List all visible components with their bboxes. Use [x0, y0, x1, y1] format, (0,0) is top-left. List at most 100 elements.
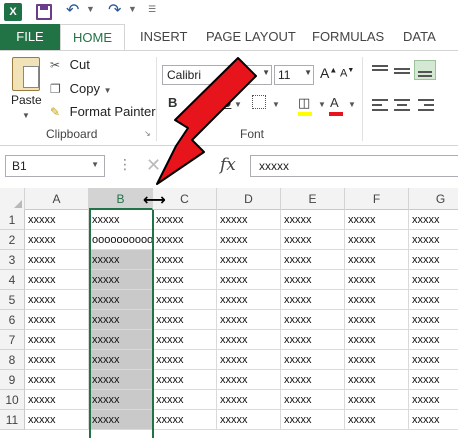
cell-g10[interactable]: xxxxx [409, 390, 458, 410]
formula-input[interactable]: xxxxx [250, 155, 458, 177]
cell-a7[interactable]: xxxxx [25, 330, 89, 350]
cell-c3[interactable]: xxxxx [153, 250, 217, 270]
cell-b5[interactable]: xxxxx [89, 290, 153, 310]
save-icon[interactable] [36, 4, 52, 20]
cell-d8[interactable]: xxxxx [217, 350, 281, 370]
cell-d9[interactable]: xxxxx [217, 370, 281, 390]
cell-e3[interactable]: xxxxx [281, 250, 345, 270]
row-header-9[interactable]: 9 [0, 370, 25, 390]
cell-e7[interactable]: xxxxx [281, 330, 345, 350]
cell-f7[interactable]: xxxxx [345, 330, 409, 350]
align-center-icon[interactable] [394, 99, 412, 113]
select-all-corner[interactable] [0, 188, 25, 210]
cell-b4[interactable]: xxxxx [89, 270, 153, 290]
cell-g8[interactable]: xxxxx [409, 350, 458, 370]
paste-icon[interactable] [12, 57, 40, 91]
tab-home[interactable]: HOME [60, 24, 125, 51]
cell-g6[interactable]: xxxxx [409, 310, 458, 330]
fill-color-button[interactable]: ◫ [298, 95, 312, 116]
cell-e10[interactable]: xxxxx [281, 390, 345, 410]
copy-dropdown-icon[interactable]: ▼ [104, 86, 112, 95]
column-header-a[interactable]: A [25, 188, 89, 210]
cell-f3[interactable]: xxxxx [345, 250, 409, 270]
fill-color-dropdown-icon[interactable]: ▼ [318, 100, 326, 109]
row-header-11[interactable]: 11 [0, 410, 25, 430]
cell-g4[interactable]: xxxxx [409, 270, 458, 290]
cell-g1[interactable]: xxxxx [409, 210, 458, 230]
cell-d11[interactable]: xxxxx [217, 410, 281, 430]
underline-button[interactable]: U [222, 95, 231, 110]
cell-f10[interactable]: xxxxx [345, 390, 409, 410]
cell-d1[interactable]: xxxxx [217, 210, 281, 230]
cell-b8[interactable]: xxxxx [89, 350, 153, 370]
bold-button[interactable]: B [168, 95, 177, 110]
cell-c5[interactable]: xxxxx [153, 290, 217, 310]
row-header-5[interactable]: 5 [0, 290, 25, 310]
copy-button[interactable]: ❐ Copy ▼ [50, 81, 112, 96]
cell-d2[interactable]: xxxxx [217, 230, 281, 250]
cell-e11[interactable]: xxxxx [281, 410, 345, 430]
borders-dropdown-icon[interactable]: ▼ [272, 100, 280, 109]
cell-g2[interactable]: xxxxx [409, 230, 458, 250]
cell-f6[interactable]: xxxxx [345, 310, 409, 330]
shrink-font-button[interactable]: A▼ [340, 67, 354, 80]
cell-c8[interactable]: xxxxx [153, 350, 217, 370]
cell-d10[interactable]: xxxxx [217, 390, 281, 410]
cell-d6[interactable]: xxxxx [217, 310, 281, 330]
cell-c11[interactable]: xxxxx [153, 410, 217, 430]
cut-button[interactable]: ✂ Cut [50, 57, 90, 72]
cell-d4[interactable]: xxxxx [217, 270, 281, 290]
font-color-dropdown-icon[interactable]: ▼ [348, 100, 356, 109]
cell-b11[interactable]: xxxxx [89, 410, 153, 430]
clipboard-launcher-icon[interactable]: ↘ [144, 129, 151, 138]
cell-d5[interactable]: xxxxx [217, 290, 281, 310]
cell-f8[interactable]: xxxxx [345, 350, 409, 370]
row-header-8[interactable]: 8 [0, 350, 25, 370]
cell-g11[interactable]: xxxxx [409, 410, 458, 430]
cell-a5[interactable]: xxxxx [25, 290, 89, 310]
cell-d7[interactable]: xxxxx [217, 330, 281, 350]
cell-d3[interactable]: xxxxx [217, 250, 281, 270]
cell-g5[interactable]: xxxxx [409, 290, 458, 310]
bottom-align-icon[interactable] [414, 60, 436, 80]
paste-button[interactable]: Paste [11, 93, 42, 107]
redo-icon[interactable]: ↷ [108, 1, 121, 21]
cell-a1[interactable]: xxxxx [25, 210, 89, 230]
row-header-1[interactable]: 1 [0, 210, 25, 230]
column-header-g[interactable]: G [409, 188, 458, 210]
cell-f2[interactable]: xxxxx [345, 230, 409, 250]
cell-e9[interactable]: xxxxx [281, 370, 345, 390]
insert-function-icon[interactable]: fx [220, 155, 236, 175]
tab-insert[interactable]: INSERT [140, 24, 187, 50]
row-header-3[interactable]: 3 [0, 250, 25, 270]
paste-dropdown-icon[interactable]: ▼ [22, 111, 30, 120]
top-align-icon[interactable] [372, 63, 390, 77]
cell-c9[interactable]: xxxxx [153, 370, 217, 390]
tab-data[interactable]: DATA [403, 24, 436, 50]
redo-dropdown-icon[interactable]: ▼ [128, 4, 137, 14]
cell-b6[interactable]: xxxxx [89, 310, 153, 330]
cell-f1[interactable]: xxxxx [345, 210, 409, 230]
undo-dropdown-icon[interactable]: ▼ [86, 4, 95, 14]
cell-c10[interactable]: xxxxx [153, 390, 217, 410]
cell-a4[interactable]: xxxxx [25, 270, 89, 290]
cell-c6[interactable]: xxxxx [153, 310, 217, 330]
cell-c7[interactable]: xxxxx [153, 330, 217, 350]
name-box[interactable]: B1 ▼ [5, 155, 105, 177]
cell-b9[interactable]: xxxxx [89, 370, 153, 390]
cell-a11[interactable]: xxxxx [25, 410, 89, 430]
cell-e6[interactable]: xxxxx [281, 310, 345, 330]
cell-e4[interactable]: xxxxx [281, 270, 345, 290]
customize-toolbar-icon[interactable]: ☰ [148, 4, 156, 15]
cell-g3[interactable]: xxxxx [409, 250, 458, 270]
cancel-icon[interactable]: ✕ [146, 155, 161, 176]
cell-a9[interactable]: xxxxx [25, 370, 89, 390]
column-header-e[interactable]: E [281, 188, 345, 210]
cell-e1[interactable]: xxxxx [281, 210, 345, 230]
middle-align-icon[interactable] [394, 63, 412, 77]
font-size-select[interactable]: 11 ▼ [274, 65, 314, 85]
column-header-f[interactable]: F [345, 188, 409, 210]
cell-c2[interactable]: xxxxx [153, 230, 217, 250]
cell-g7[interactable]: xxxxx [409, 330, 458, 350]
cell-a3[interactable]: xxxxx [25, 250, 89, 270]
